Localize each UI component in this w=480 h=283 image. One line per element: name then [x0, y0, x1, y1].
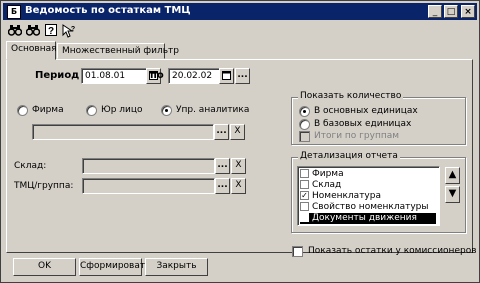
list-item-checkbox[interactable]	[300, 213, 309, 222]
radio-mgmt-analytics-label: Упр. аналитика	[176, 105, 250, 115]
radio-firm-label: Фирма	[32, 105, 64, 115]
radio-firm[interactable]	[17, 105, 28, 116]
period-select-button[interactable]: ...	[235, 68, 250, 84]
radio-base-units[interactable]	[299, 119, 310, 130]
maximize-button[interactable]: □	[444, 5, 458, 18]
list-item-checkbox[interactable]	[300, 169, 309, 178]
main-panel: Период с 01.08.01 по 20.02.02 ... Фирма …	[6, 59, 477, 257]
quantity-group-title: Показать количество	[298, 91, 404, 101]
list-item[interactable]: ✓ Номенклатура	[300, 191, 436, 202]
close-window-button[interactable]: ×	[461, 5, 475, 18]
goods-group-label: ТМЦ/группа:	[14, 181, 74, 191]
title-bar[interactable]: Б Ведомость по остаткам ТМЦ _ □ ×	[3, 3, 477, 20]
radio-legal-entity-label: Юр лицо	[101, 105, 143, 115]
report-window: Б Ведомость по остаткам ТМЦ _ □ × ? ? Ос…	[0, 0, 480, 283]
detail-listbox[interactable]: Фирма Склад ✓ Номенклатура Свойство номен…	[297, 166, 440, 226]
tab-main[interactable]: Основная	[6, 41, 57, 60]
toolbar: ? ?	[3, 22, 477, 40]
radio-base-units-label: В базовых единицах	[314, 119, 412, 129]
calendar-to-button[interactable]	[219, 68, 234, 84]
date-to-field[interactable]: 20.02.02	[168, 68, 220, 84]
tab-multi-filter[interactable]: Множественный фильтр	[57, 43, 179, 59]
form-report-button[interactable]: Сформировать	[79, 258, 150, 276]
move-down-button[interactable]: ▼	[445, 186, 460, 203]
radio-legal-entity[interactable]	[86, 105, 97, 116]
list-item[interactable]: Свойство номенклатуры	[300, 202, 436, 213]
goods-group-field[interactable]	[82, 178, 215, 194]
svg-text:?: ?	[48, 26, 54, 36]
radio-main-units[interactable]	[299, 106, 310, 117]
warehouse-field[interactable]	[82, 158, 215, 174]
group-totals-checkbox[interactable]	[299, 131, 310, 142]
warehouse-clear-button[interactable]: X	[231, 158, 246, 174]
minimize-button[interactable]: _	[428, 5, 442, 18]
radio-mgmt-analytics[interactable]	[161, 105, 172, 116]
list-item[interactable]: Фирма	[300, 169, 436, 180]
warehouse-pick-button[interactable]: ...	[215, 158, 230, 174]
period-to-label: по	[150, 70, 164, 81]
list-item[interactable]: Склад	[300, 180, 436, 191]
list-item-checkbox[interactable]	[300, 180, 309, 189]
analytics-clear-button[interactable]: X	[230, 124, 245, 140]
list-item-checkbox[interactable]	[300, 202, 309, 211]
commission-checkbox[interactable]	[292, 246, 303, 257]
group-totals-label: Итоги по группам	[314, 131, 400, 141]
commission-label: Показать остатки у комиссионеров	[308, 246, 477, 256]
warehouse-label: Склад:	[14, 161, 47, 171]
context-help-icon[interactable]: ?	[61, 24, 77, 38]
svg-text:?: ?	[71, 26, 75, 33]
window-title: Ведомость по остаткам ТМЦ	[25, 5, 191, 16]
binoculars-icon[interactable]	[7, 24, 23, 38]
app-icon: Б	[7, 5, 21, 19]
list-item-selected[interactable]: Документы движения	[300, 213, 436, 224]
radio-main-units-label: В основных единицах	[314, 106, 418, 116]
binoculars-forward-icon[interactable]	[25, 24, 41, 38]
date-from-field[interactable]: 01.08.01	[81, 68, 147, 84]
analytics-field[interactable]	[32, 124, 214, 140]
ok-button[interactable]: OK	[13, 258, 76, 276]
detail-group-title: Детализация отчета	[298, 151, 400, 161]
help-icon[interactable]: ?	[43, 24, 59, 38]
move-up-button[interactable]: ▲	[445, 167, 460, 184]
list-item-checkbox[interactable]: ✓	[300, 191, 309, 200]
goods-group-pick-button[interactable]: ...	[215, 178, 230, 194]
goods-group-clear-button[interactable]: X	[231, 178, 246, 194]
analytics-pick-button[interactable]: ...	[214, 124, 229, 140]
close-button[interactable]: Закрыть	[145, 258, 208, 276]
